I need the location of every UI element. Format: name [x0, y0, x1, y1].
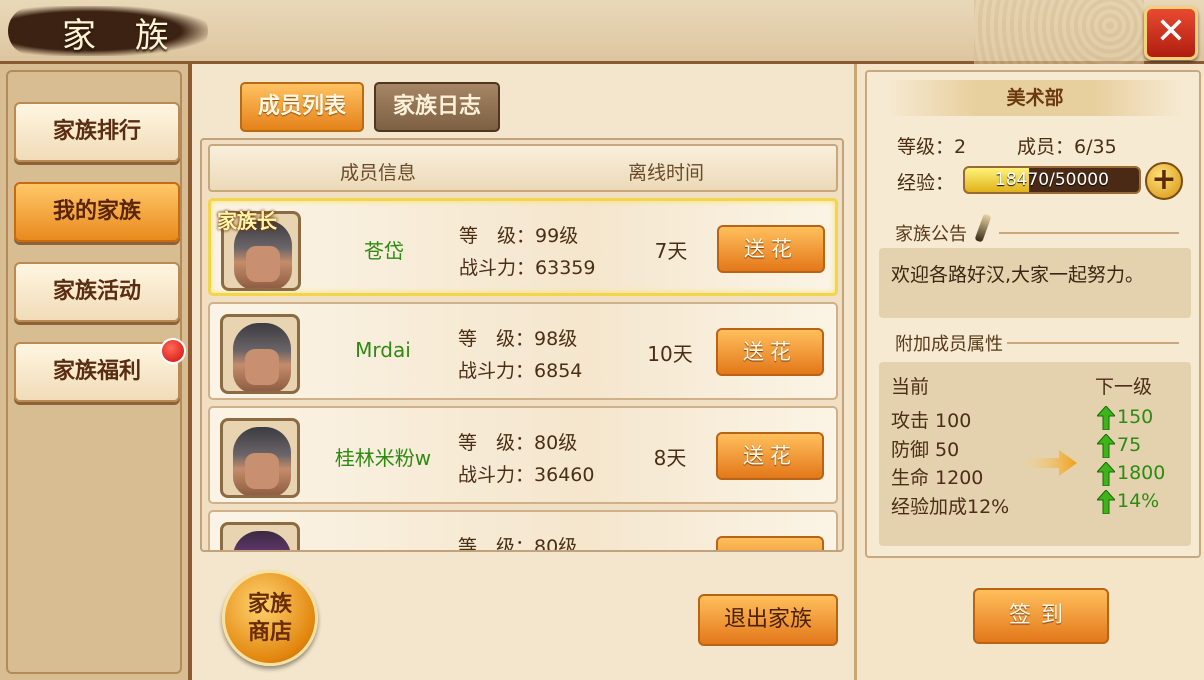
member-power: 战斗力：36460 [458, 464, 595, 486]
member-power: 战斗力：6854 [458, 360, 583, 382]
notification-dot [160, 338, 186, 364]
attr-next: 14% [1117, 490, 1160, 512]
sidebar-item-family-activity[interactable]: 家族活动 [14, 262, 180, 322]
close-icon: ✕ [1155, 11, 1187, 52]
up-arrow-icon [1097, 462, 1115, 486]
attr-next: 150 [1117, 406, 1154, 428]
tab-label: 成员列表 [257, 94, 346, 119]
header-bar: 家 族 ✕ [0, 0, 1204, 64]
send-flower-button[interactable] [716, 536, 824, 550]
member-level: 等 级：98级 [458, 328, 578, 350]
add-exp-button[interactable]: + [1145, 162, 1183, 200]
sidebar: 家族排行 我的家族 家族活动 家族福利 [0, 64, 192, 680]
family-info-box: 美术部 等级：2 成员：6/35 经验： 18470/50000 + 家族公告 … [865, 70, 1201, 558]
notice-content: 欢迎各路好汉,大家一起努力。 [879, 248, 1191, 318]
attr-current: 防御 50 [891, 439, 960, 461]
face-portrait [246, 246, 280, 282]
up-arrow-icon [1097, 406, 1115, 430]
tab-family-log[interactable]: 家族日志 [374, 82, 500, 132]
shop-label-line1: 家族 [247, 592, 292, 617]
exp-progress-bar: 18470/50000 [963, 166, 1141, 194]
sidebar-item-family-welfare[interactable]: 家族福利 [14, 338, 186, 402]
attr-current: 攻击 100 [891, 410, 972, 432]
leader-tag: 家族长 [217, 209, 277, 233]
member-row[interactable]: 桂林米粉w 等 级：80级 战斗力：36460 8天 送花 [208, 406, 838, 504]
family-shop-button[interactable]: 家族 商店 [222, 570, 318, 666]
exp-label: 经验： [897, 172, 955, 194]
list-header: 成员信息 离线时间 [208, 144, 838, 192]
family-info-panel: 美术部 等级：2 成员：6/35 经验： 18470/50000 + 家族公告 … [854, 64, 1204, 680]
member-name: 桂林米粉w [334, 446, 432, 470]
member-power: 战斗力：63359 [459, 257, 596, 279]
sign-in-button[interactable]: 签到 [973, 588, 1109, 644]
sidebar-item-my-family[interactable]: 我的家族 [14, 182, 180, 242]
tab-member-list[interactable]: 成员列表 [240, 82, 364, 132]
member-row[interactable]: Mrdai 等 级：98级 战斗力：6854 10天 送花 [208, 302, 838, 400]
member-avatar[interactable] [220, 314, 300, 394]
divider [1007, 342, 1179, 344]
shop-label-line2: 商店 [247, 620, 292, 645]
send-flower-button[interactable]: 送花 [717, 225, 825, 273]
plus-icon: + [1151, 162, 1177, 197]
attr-next-head: 下一级 [1095, 376, 1153, 398]
family-window: 家 族 ✕ 家族排行 我的家族 家族活动 家族福利 成员列表 家族日志 成员信息… [0, 0, 1204, 680]
notice-title: 家族公告 [895, 224, 967, 245]
sidebar-item-label: 家族活动 [52, 279, 141, 304]
divider [999, 232, 1179, 234]
face-portrait [245, 349, 279, 385]
offline-time: 7天 [654, 239, 688, 263]
member-list[interactable]: 成员信息 离线时间 家族长 苍岱 等 级：99级 战斗力：63359 7天 送花 [200, 138, 844, 552]
member-row[interactable]: 等 级：80级 [208, 510, 838, 552]
family-name: 美术部 [887, 80, 1183, 116]
attr-next: 1800 [1117, 462, 1166, 484]
family-members-count: 成员：6/35 [1017, 136, 1117, 158]
member-panel: 成员列表 家族日志 成员信息 离线时间 家族长 苍岱 等 级：99级 战斗力：6… [192, 64, 854, 680]
window-title: 家 族 [62, 16, 183, 56]
pattern-decoration [974, 0, 1144, 64]
brush-icon [974, 213, 992, 243]
close-button[interactable]: ✕ [1144, 6, 1198, 60]
offline-time: 8天 [653, 446, 687, 470]
member-avatar[interactable] [220, 522, 300, 550]
column-header-member-info: 成员信息 [340, 162, 417, 184]
offline-time: 10天 [647, 342, 693, 366]
member-avatar[interactable] [220, 418, 300, 498]
attr-current-head: 当前 [891, 376, 930, 398]
sidebar-item-label: 家族福利 [52, 359, 141, 384]
member-level: 等 级：99级 [459, 225, 579, 247]
sidebar-item-family-ranking[interactable]: 家族排行 [14, 102, 180, 162]
up-arrow-icon [1097, 490, 1115, 514]
face-portrait [245, 453, 279, 489]
up-arrow-icon [1097, 434, 1115, 458]
column-header-offline-time: 离线时间 [628, 162, 705, 184]
portrait [233, 531, 291, 550]
exit-family-button[interactable]: 退出家族 [698, 594, 838, 646]
family-level: 等级：2 [897, 136, 967, 158]
member-name: 苍岱 [364, 239, 404, 263]
member-level: 等 级：80级 [458, 536, 578, 552]
member-row[interactable]: 家族长 苍岱 等 级：99级 战斗力：63359 7天 送花 [208, 198, 838, 296]
sidebar-item-label: 家族排行 [52, 119, 141, 144]
attr-title: 附加成员属性 [895, 334, 1003, 355]
sidebar-item-label: 我的家族 [52, 199, 141, 224]
member-attributes: 当前 下一级 攻击 100 防御 50 生命 1200 经验加成12% 150 … [879, 362, 1191, 546]
attr-next: 75 [1117, 434, 1142, 456]
attr-current: 生命 1200 [891, 467, 984, 489]
member-level: 等 级：80级 [458, 432, 578, 454]
arrow-right-icon [1019, 450, 1077, 476]
member-name: Mrdai [355, 338, 411, 362]
send-flower-button[interactable]: 送花 [716, 328, 824, 376]
attr-current: 经验加成12% [891, 496, 1010, 518]
send-flower-button[interactable]: 送花 [716, 432, 824, 480]
exp-progress-text: 18470/50000 [995, 170, 1109, 190]
tab-label: 家族日志 [392, 94, 481, 119]
